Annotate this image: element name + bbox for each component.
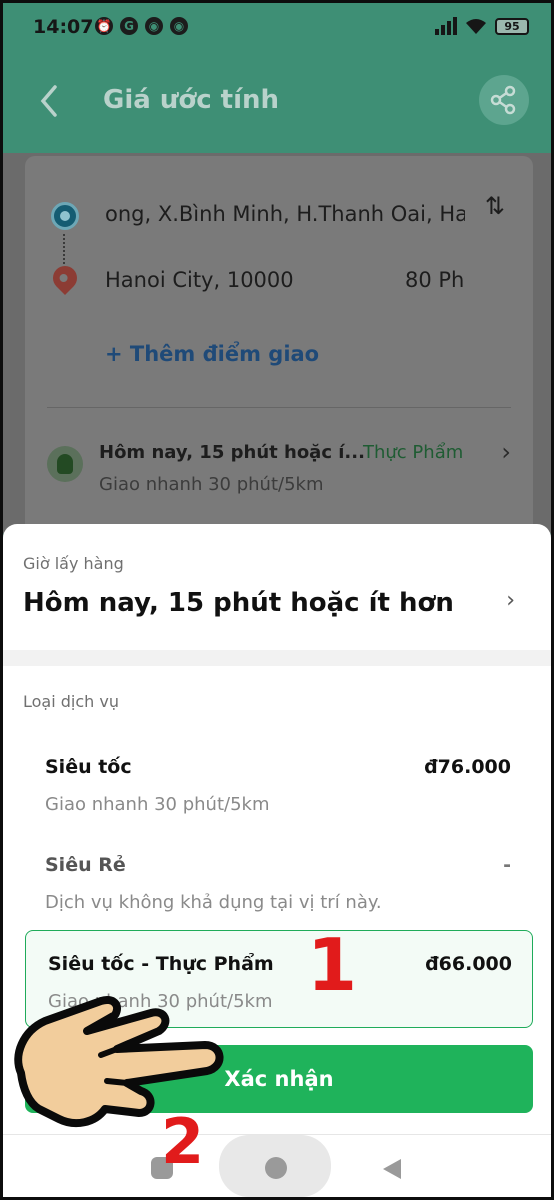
status-time: 14:07 xyxy=(33,16,94,38)
service-desc: Giao nhanh 30 phút/5km xyxy=(45,794,270,815)
route-card: ong, X.Bình Minh, H.Thanh Oai, Ha ⇅ Hano… xyxy=(25,156,533,536)
schedule-summary[interactable]: Hôm nay, 15 phút hoặc í... xyxy=(99,442,365,463)
service-option-sieu-re: Siêu Rẻ - Dịch vụ không khả dụng tại vị … xyxy=(23,832,531,930)
share-button[interactable] xyxy=(479,75,529,125)
service-name: Siêu tốc xyxy=(45,756,132,778)
driver-avatar-icon xyxy=(47,446,83,482)
swap-icon[interactable]: ⇅ xyxy=(485,192,505,220)
schedule-sub: Giao nhanh 30 phút/5km xyxy=(99,474,324,495)
signal-icon xyxy=(435,17,457,35)
service-type-label: Loại dịch vụ xyxy=(23,692,119,711)
pickup-pin-icon xyxy=(51,202,79,230)
pickup-time-label: Giờ lấy hàng xyxy=(23,554,124,573)
alarm-icon: ⏰ xyxy=(95,17,113,35)
service-name: Siêu tốc - Thực Phẩm xyxy=(48,953,274,975)
route-connector xyxy=(63,234,65,264)
step-number-2: 2 xyxy=(161,1105,205,1178)
page-title: Giá ước tính xyxy=(103,85,280,115)
divider xyxy=(47,407,511,408)
service-price: đ66.000 xyxy=(425,953,512,975)
system-indicators: 95 xyxy=(435,17,529,35)
chevron-right-icon[interactable]: › xyxy=(501,438,511,466)
category-label: Thực Phẩm xyxy=(363,442,464,463)
pickup-time-value[interactable]: Hôm nay, 15 phút hoặc ít hơn xyxy=(23,588,454,618)
section-separator xyxy=(3,650,551,666)
app-header: Giá ước tính xyxy=(3,53,551,153)
chrome-icon: ◉ xyxy=(145,17,163,35)
system-nav-bar xyxy=(3,1134,551,1197)
battery-icon: 95 xyxy=(495,17,529,35)
service-option-sieu-toc[interactable]: Siêu tốc đ76.000 Giao nhanh 30 phút/5km xyxy=(23,734,531,832)
phone-screen: 14:07 ⏰ G ◉ ◉ 95 Giá ước tính ong, X.Bìn… xyxy=(0,0,554,1200)
service-desc: Dịch vụ không khả dụng tại vị trí này. xyxy=(45,892,382,913)
chevron-right-icon[interactable]: › xyxy=(506,588,515,613)
wifi-icon xyxy=(466,19,486,34)
chrome-icon: ◉ xyxy=(170,17,188,35)
back-triangle-icon[interactable] xyxy=(383,1159,401,1179)
g-icon: G xyxy=(120,17,138,35)
dropoff-address-extra: 80 Ph xyxy=(405,268,465,292)
dropoff-address[interactable]: Hanoi City, 10000 xyxy=(105,268,294,292)
chevron-left-icon[interactable] xyxy=(35,83,65,119)
add-stop-link[interactable]: + Thêm điểm giao xyxy=(105,342,319,366)
status-bar: 14:07 ⏰ G ◉ ◉ 95 xyxy=(3,3,551,53)
pickup-address[interactable]: ong, X.Bình Minh, H.Thanh Oai, Ha xyxy=(105,202,465,226)
service-name: Siêu Rẻ xyxy=(45,854,126,876)
home-icon[interactable] xyxy=(265,1157,287,1179)
notification-icons: ⏰ G ◉ ◉ xyxy=(95,17,188,35)
share-icon xyxy=(490,85,516,115)
dropoff-pin-icon xyxy=(48,261,82,295)
service-price: - xyxy=(503,854,511,876)
step-number-1: 1 xyxy=(307,923,358,1007)
service-price: đ76.000 xyxy=(424,756,511,778)
